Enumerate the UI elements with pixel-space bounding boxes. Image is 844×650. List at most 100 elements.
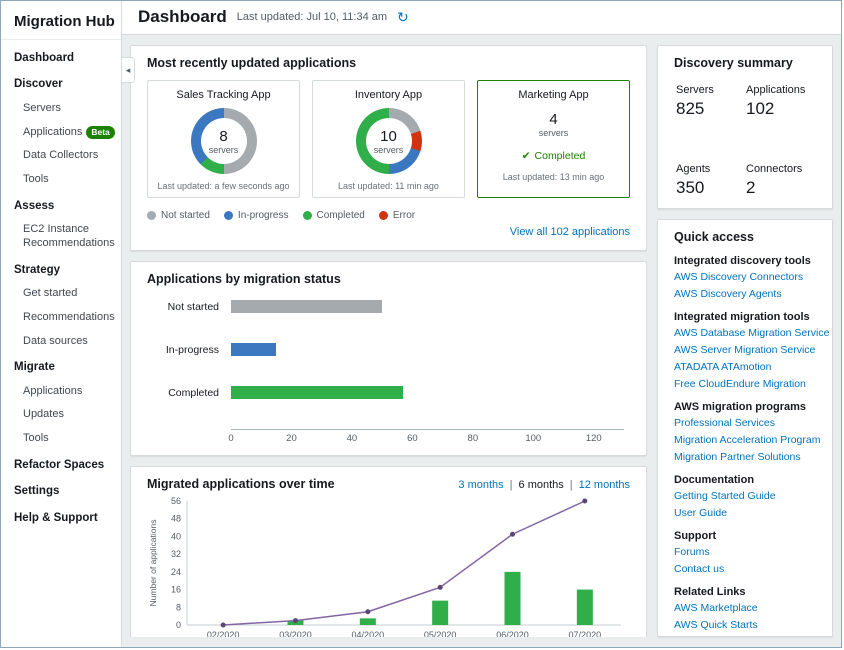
qa-link-aws-marketplace[interactable]: AWS Marketplace [674,602,816,614]
sidebar-item-strategy[interactable]: Strategy [1,256,121,282]
x-tick-label: 40 [346,433,358,444]
range-separator: | [509,479,513,491]
x-tick-label: 0 [228,433,234,444]
x-tick-label: 20 [286,433,297,444]
sidebar-item-label: Refactor Spaces [14,458,105,471]
x-tick-label: 04/2020 [352,630,385,637]
y-tick-label: 32 [171,549,181,559]
sidebar-item-ec2-instance-recommendations[interactable]: EC2 Instance Recommendations [1,218,121,256]
qa-link-getting-started-guide[interactable]: Getting Started Guide [674,490,816,502]
discovery-summary-card: Discovery summary Servers 825 Applications… [657,45,833,209]
migrated-over-time-chart: 0 8 16 24 32 40 48 56 Number of applications 02/2… [147,493,630,637]
last-updated-text: Last updated: a few seconds ago [157,181,290,191]
sidebar-item-label: Tools [23,173,49,185]
qa-link-migration-acceleration-program[interactable]: Migration Acceleration Program [674,434,820,446]
view-all-applications-link[interactable]: View all 102 applications [510,226,630,238]
status-chart-card: Applications by migration status Not sta… [130,261,647,456]
sidebar-item-assess[interactable]: Assess [1,192,121,218]
main-area: Dashboard Last updated: Jul 10, 11:34 am… [122,1,841,647]
sidebar-item-label: Assess [14,199,55,212]
line-point [220,622,226,628]
sidebar-collapse-button[interactable]: ◂ [122,57,135,83]
sidebar-item-migrate[interactable]: Migrate [1,353,121,379]
x-tick-label: 07/2020 [569,630,602,637]
qa-link-professional-services[interactable]: Professional Services [674,417,816,429]
qa-link-contact-us[interactable]: Contact us [674,563,816,575]
x-tick-label: 05/2020 [424,630,457,637]
sidebar-item-servers[interactable]: Servers [1,97,121,121]
qa-link-atadata-atamotion[interactable]: ATADATA ATAmotion [674,361,816,373]
sidebar-item-label: Servers [23,101,61,114]
x-tick-label: 06/2020 [496,630,529,637]
server-unit-label: servers [208,144,239,155]
sidebar-item-label: Applications [23,125,83,138]
sidebar-item-dashboard[interactable]: Dashboard [1,44,121,70]
qa-link-aws-quick-starts[interactable]: AWS Quick Starts [674,619,816,631]
qa-link-forums[interactable]: Forums [674,546,816,558]
sidebar-item-label: Tools [23,432,49,445]
sidebar-item-updates[interactable]: Updates [1,403,121,427]
app-status-label: Completed [534,150,586,162]
stat-connectors: Connectors 2 [746,163,816,198]
sidebar-item-refactor-spaces[interactable]: Refactor Spaces [1,451,121,477]
y-tick-label: 8 [176,602,181,612]
line-point [510,531,515,537]
sidebar-item-help-support[interactable]: Help & Support [1,504,121,530]
bar-track [231,343,624,356]
qa-link-aws-discovery-agents[interactable]: AWS Discovery Agents [674,288,816,300]
app-status: ✔ Completed [484,150,623,162]
legend-item-in-progress: In-progress [223,210,289,221]
qa-link-migration-partner-solutions[interactable]: Migration Partner Solutions [674,451,816,463]
qa-link-free-cloudendure-migration[interactable]: Free CloudEndure Migration [674,378,816,390]
qa-link-user-guide[interactable]: User Guide [674,507,816,519]
legend-dot [223,211,233,220]
x-axis: 0 20 40 60 80 100 120 [228,429,624,445]
app-name: Inventory App [354,89,423,101]
sidebar-item-data-collectors[interactable]: Data Collectors [1,144,121,168]
range-separator: | [569,479,573,491]
app-card-marketing-app[interactable]: Marketing App 4 servers ✔ Completed Last upda… [477,80,630,198]
sidebar-item-tools[interactable]: Tools [1,427,121,451]
qa-link-aws-server-migration-service[interactable]: AWS Server Migration Service [674,344,816,356]
sidebar-item-label: Migrate [14,361,55,374]
server-unit-label: servers [538,128,569,138]
sidebar-item-applications[interactable]: Applications [1,380,121,404]
legend-label: Error [392,210,416,221]
sidebar-item-label: Updates [23,408,64,421]
bar-not-started [231,300,383,313]
stat-value: 2 [746,178,756,197]
sidebar-item-recommendations[interactable]: Recommendations [1,306,121,330]
app-card-sales-tracking-app[interactable]: Sales Tracking App 8 servers Last updated: … [147,80,300,198]
refresh-icon[interactable]: ↻ [397,10,409,24]
quick-access-title: Quick access [674,230,754,244]
y-tick-label: 0 [176,620,181,630]
page-header: Dashboard Last updated: Jul 10, 11:34 am… [122,1,841,35]
sidebar-item-tools[interactable]: Tools [1,168,121,192]
sidebar-item-label: Settings [14,485,60,498]
time-range-12-months[interactable]: 12 months [579,479,630,491]
month-bar [504,571,521,625]
app-card-inventory-app[interactable]: Inventory App 10 servers Last updated: 11 m… [312,80,465,198]
sidebar-item-settings[interactable]: Settings [1,477,121,503]
qa-section-aws-migration-programs: AWS migration programs Professional Servi… [674,401,820,463]
time-range-6-months[interactable]: 6 months [519,479,564,491]
qa-link-aws-database-migration-service[interactable]: AWS Database Migration Service [674,327,829,339]
bar-track [231,300,624,313]
x-tick-label: 03/2020 [279,630,312,637]
sidebar-item-applications[interactable]: Applications Beta [1,121,121,145]
qa-link-aws-discovery-connectors[interactable]: AWS Discovery Connectors [674,271,816,283]
sidebar-item-get-started[interactable]: Get started [1,282,121,306]
line-point [293,618,298,624]
sidebar-item-discover[interactable]: Discover [1,70,121,96]
qa-section-header: Support [674,530,717,542]
stat-label: Applications [746,84,806,96]
charts-column: Most recently updated applications Sales… [130,45,647,637]
sidebar-item-data-sources[interactable]: Data sources [1,330,121,354]
time-range-3-months[interactable]: 3 months [458,479,503,491]
time-chart-card: Migrated applications over time 3 months… [130,466,647,637]
x-tick-label: 60 [407,433,418,444]
time-chart-header: Migrated applications over time 3 months… [147,477,630,491]
bar-category-label: In-progress [165,343,219,356]
status-bar-chart: Not started In-progress Completed 0 20 40 60 80… [147,296,630,445]
legend-item-not-started: Not started [147,210,210,221]
